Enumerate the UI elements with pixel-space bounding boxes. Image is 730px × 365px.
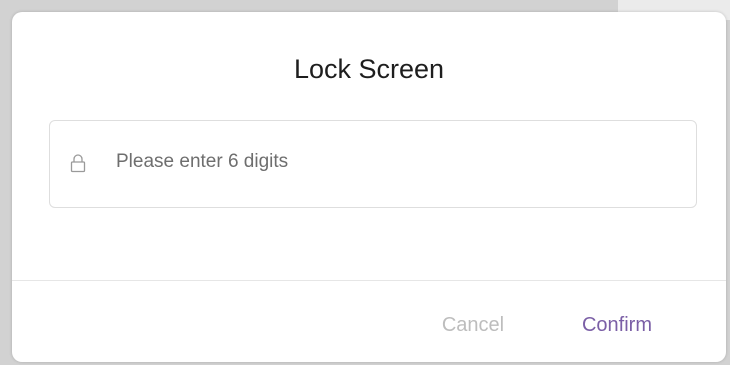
dialog-title: Lock Screen	[293, 54, 445, 84]
footer-divider	[12, 280, 726, 281]
cancel-button[interactable]: Cancel	[428, 308, 518, 342]
lock-icon	[70, 154, 86, 173]
lock-screen-dialog: Lock Screen Cancel Confirm	[12, 12, 726, 362]
pin-input[interactable]	[116, 149, 676, 175]
confirm-button[interactable]: Confirm	[552, 308, 682, 342]
pin-field-wrapper[interactable]	[49, 120, 697, 208]
